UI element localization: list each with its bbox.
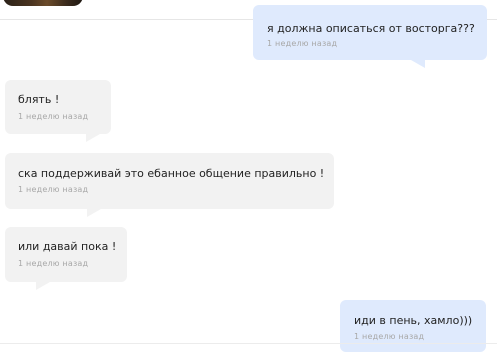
message-timestamp: 1 неделю назад — [18, 259, 89, 268]
bubble-tail — [36, 282, 50, 290]
message-bubble-outgoing[interactable]: иди в пень, хамло))) 1 неделю назад — [340, 300, 486, 352]
message-text: или давай пока ! — [18, 240, 117, 253]
message-bubble-outgoing[interactable]: я должна описаться от восторга??? 1 неде… — [253, 5, 487, 60]
message-timestamp: 1 неделю назад — [18, 185, 89, 194]
message-timestamp: 1 неделю назад — [18, 112, 89, 121]
message-text: я должна описаться от восторга??? — [267, 22, 475, 35]
bubble-tail — [87, 209, 101, 217]
message-text: иди в пень, хамло))) — [354, 314, 473, 327]
message-timestamp: 1 неделю назад — [267, 39, 338, 48]
avatar[interactable] — [3, 0, 83, 6]
message-text: ска поддерживай это ебанное общение прав… — [18, 167, 325, 180]
divider — [0, 343, 497, 344]
message-bubble-incoming[interactable]: ска поддерживай это ебанное общение прав… — [5, 153, 334, 209]
bubble-tail — [86, 134, 100, 142]
message-timestamp: 1 неделю назад — [354, 332, 425, 341]
bubble-tail — [411, 60, 425, 68]
message-text: блять ! — [18, 93, 60, 106]
message-bubble-incoming[interactable]: или давай пока ! 1 неделю назад — [5, 227, 127, 282]
message-bubble-incoming[interactable]: блять ! 1 неделю назад — [5, 80, 111, 134]
